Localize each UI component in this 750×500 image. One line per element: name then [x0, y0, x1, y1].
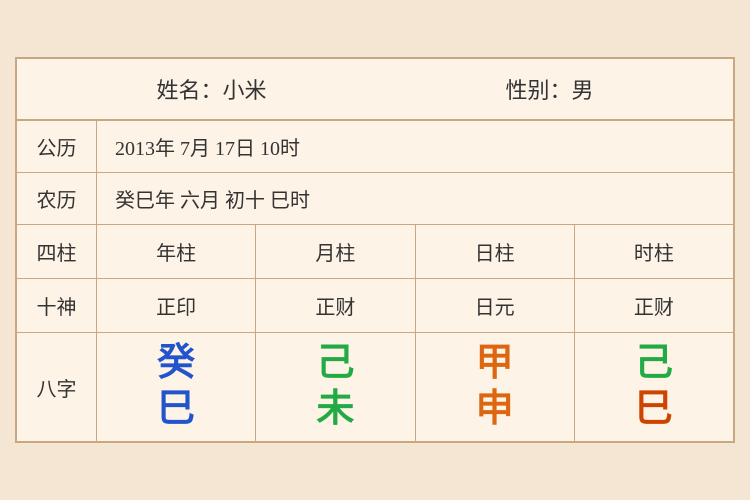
bazhi-0-top: 癸 [157, 343, 195, 385]
bazhi-col-3: 己 巳 [575, 333, 733, 441]
main-container: 姓名：小米 性别：男 公历 2013年 7月 17日 10时 农历 癸巳年 六月… [15, 57, 735, 443]
sizhu-col-3: 时柱 [575, 225, 733, 278]
bazhi-col-2: 甲 申 [416, 333, 575, 441]
lunar-label: 农历 [17, 173, 97, 224]
sizhu-row: 四柱 年柱 月柱 日柱 时柱 [17, 225, 733, 279]
lunar-row: 农历 癸巳年 六月 初十 巳时 [17, 173, 733, 225]
bazhi-1-top: 己 [316, 343, 354, 385]
bazhi-col-0: 癸 巳 [97, 333, 256, 441]
bazhi-3-top: 己 [635, 343, 673, 385]
sizhu-label: 四柱 [17, 225, 97, 278]
solar-row: 公历 2013年 7月 17日 10时 [17, 121, 733, 173]
bazhi-2-top: 甲 [476, 343, 514, 385]
solar-label: 公历 [17, 121, 97, 172]
shishen-col-1: 正财 [256, 279, 415, 332]
bazhi-label: 八字 [17, 333, 97, 441]
shishen-col-0: 正印 [97, 279, 256, 332]
shishen-label: 十神 [17, 279, 97, 332]
sizhu-col-0: 年柱 [97, 225, 256, 278]
bazhi-0-bottom: 巳 [157, 389, 195, 431]
shishen-col-3: 正财 [575, 279, 733, 332]
bazhi-col-1: 己 未 [256, 333, 415, 441]
bazhi-1-bottom: 未 [316, 389, 354, 431]
bazhi-3-bottom: 巳 [635, 389, 673, 431]
header-row: 姓名：小米 性别：男 [17, 59, 733, 121]
sizhu-col-1: 月柱 [256, 225, 415, 278]
solar-value: 2013年 7月 17日 10时 [97, 122, 733, 171]
lunar-value: 癸巳年 六月 初十 巳时 [97, 174, 733, 223]
gender-label: 性别：男 [505, 73, 593, 105]
name-label: 姓名：小米 [156, 73, 266, 105]
bazhi-2-bottom: 申 [476, 389, 514, 431]
sizhu-col-2: 日柱 [416, 225, 575, 278]
shishen-row: 十神 正印 正财 日元 正财 [17, 279, 733, 333]
shishen-col-2: 日元 [416, 279, 575, 332]
bazhi-row: 八字 癸 巳 己 未 甲 申 己 巳 [17, 333, 733, 441]
